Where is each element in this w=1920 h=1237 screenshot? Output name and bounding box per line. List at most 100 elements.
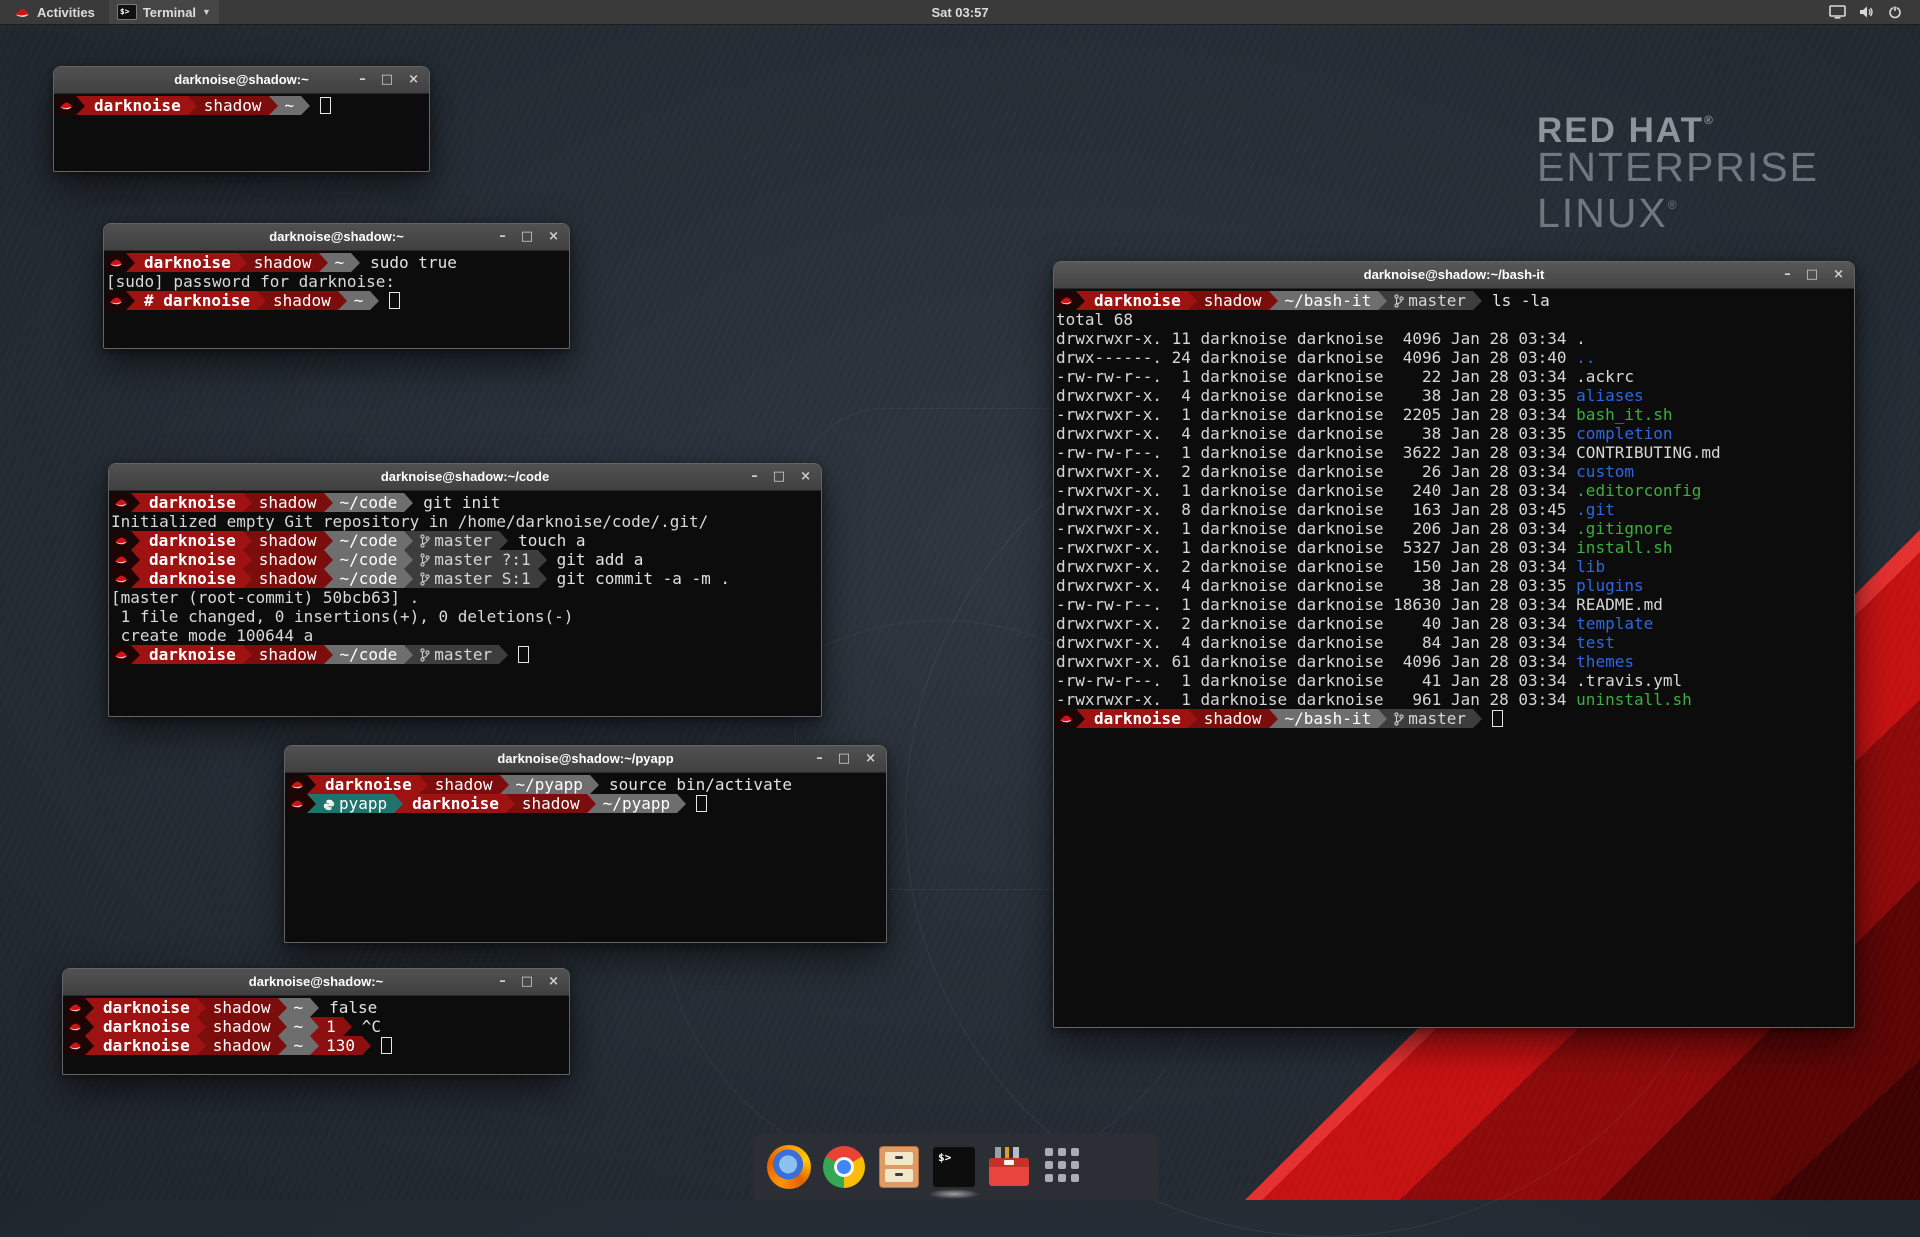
terminal-line: # darknoiseshadow~ bbox=[106, 291, 567, 310]
powerline-separator bbox=[85, 1036, 94, 1055]
window-titlebar[interactable]: darknoise@shadow:~–□× bbox=[63, 969, 569, 996]
maximize-button[interactable]: □ bbox=[521, 224, 533, 250]
rhel-wordmark-line1: RED HAT® bbox=[1537, 103, 1819, 148]
minimize-button[interactable]: – bbox=[499, 969, 506, 995]
terminal-body[interactable]: darknoiseshadow~/pyappsource bin/activat… bbox=[285, 773, 886, 944]
powerline-separator bbox=[278, 1036, 287, 1055]
powerline-separator bbox=[1473, 291, 1482, 310]
ls-row-fields: -rw-rw-r--. 1 darknoise darknoise 22 Jan… bbox=[1056, 367, 1576, 386]
minimize-button[interactable]: – bbox=[359, 67, 366, 93]
powerline-separator bbox=[362, 1036, 371, 1055]
close-button[interactable]: × bbox=[548, 224, 559, 250]
terminal-line: darknoiseshadow~/codemaster bbox=[111, 645, 819, 664]
dock-item-app-grid[interactable] bbox=[1041, 1144, 1087, 1190]
display-icon[interactable] bbox=[1829, 5, 1846, 19]
window-buttons: –□ × bbox=[499, 224, 559, 250]
terminal-window-code: darknoise@shadow:~/code–□×darknoiseshado… bbox=[108, 463, 822, 717]
prompt-segment-path: ~ bbox=[287, 998, 311, 1017]
powerline-separator bbox=[243, 550, 252, 569]
powerline-separator bbox=[278, 998, 287, 1017]
redhat-prompt-icon bbox=[68, 1021, 82, 1032]
prompt-segment-user: darknoise bbox=[140, 531, 243, 550]
close-button[interactable]: × bbox=[800, 464, 811, 490]
prompt-segment-host: shadow bbox=[252, 645, 324, 664]
clock[interactable]: Sat 03:57 bbox=[931, 5, 988, 20]
maximize-button[interactable]: □ bbox=[773, 464, 785, 490]
terminal-body[interactable]: darknoiseshadow~/codegit initInitialized… bbox=[109, 491, 821, 718]
app-menu-terminal[interactable]: $> Terminal ▼ bbox=[109, 0, 219, 24]
prompt-segment-path: ~/pyapp bbox=[509, 775, 590, 794]
prompt-segment-venv: pyapp bbox=[316, 794, 394, 813]
prompt-segment-host: shadow bbox=[515, 794, 587, 813]
rhel-wordmark-line3: LINUX® bbox=[1537, 186, 1819, 232]
powerline-separator bbox=[131, 531, 140, 550]
close-button[interactable]: × bbox=[865, 746, 876, 772]
prompt-segment-host: shadow bbox=[252, 493, 324, 512]
powerline-separator bbox=[404, 645, 413, 664]
window-titlebar[interactable]: darknoise@shadow:~/bash-it–□× bbox=[1054, 262, 1854, 289]
running-indicator bbox=[928, 1189, 980, 1199]
prompt-segment-user: darknoise bbox=[1085, 291, 1188, 310]
window-titlebar[interactable]: darknoise@shadow:~/pyapp–□ × bbox=[285, 746, 886, 773]
minimize-button[interactable]: – bbox=[1784, 262, 1791, 288]
ls-row: -rwxrwxr-x. 1 darknoise darknoise 2205 J… bbox=[1056, 405, 1852, 424]
terminal-body[interactable]: darknoiseshadow~ bbox=[54, 94, 429, 173]
powerline-separator bbox=[1188, 709, 1197, 728]
terminal-body[interactable]: darknoiseshadow~sudo true[sudo] password… bbox=[104, 251, 569, 350]
maximize-button[interactable]: □ bbox=[521, 969, 533, 995]
minimize-button[interactable]: – bbox=[751, 464, 758, 490]
prompt-segment-host: shadow bbox=[252, 531, 324, 550]
dock-item-toolbox[interactable] bbox=[986, 1144, 1032, 1190]
redhat-prompt-icon-box bbox=[65, 1036, 85, 1055]
powerline-separator bbox=[278, 1017, 287, 1036]
prompt-segment-exit: 130 bbox=[319, 1036, 362, 1055]
power-icon[interactable] bbox=[1888, 5, 1902, 19]
ls-row-filename: completion bbox=[1576, 424, 1672, 443]
ls-row-fields: -rwxrwxr-x. 1 darknoise darknoise 961 Ja… bbox=[1056, 690, 1576, 709]
dock-item-terminal[interactable]: $> bbox=[931, 1144, 977, 1190]
maximize-button[interactable]: □ bbox=[381, 67, 393, 93]
window-title: darknoise@shadow:~/pyapp bbox=[285, 746, 886, 772]
powerline-separator bbox=[324, 550, 333, 569]
volume-icon[interactable] bbox=[1859, 5, 1875, 19]
terminal-body[interactable]: darknoiseshadow~/bash-itmasterls -latota… bbox=[1054, 289, 1854, 1029]
command-text: ls -la bbox=[1492, 291, 1550, 310]
close-button[interactable]: × bbox=[1833, 262, 1844, 288]
powerline-separator bbox=[404, 493, 413, 512]
terminal-line: darknoiseshadow~/codemastertouch a bbox=[111, 531, 819, 550]
maximize-button[interactable]: □ bbox=[1806, 262, 1818, 288]
prompt-segment-path: ~/code bbox=[333, 531, 405, 550]
toolbox-icon bbox=[987, 1145, 1031, 1189]
dock-item-chrome[interactable] bbox=[821, 1144, 867, 1190]
ls-row-fields: -rwxrwxr-x. 1 darknoise darknoise 5327 J… bbox=[1056, 538, 1576, 557]
terminal-line: darknoiseshadow~/pyappsource bin/activat… bbox=[287, 775, 884, 794]
powerline-separator bbox=[1378, 291, 1387, 310]
ls-row-filename: . bbox=[1576, 329, 1586, 348]
prompt-segment-user: # darknoise bbox=[135, 291, 257, 310]
maximize-button[interactable]: □ bbox=[838, 746, 850, 772]
terminal-line: darknoiseshadow~ bbox=[56, 96, 427, 115]
powerline-separator bbox=[243, 645, 252, 664]
prompt-segment-path: ~ bbox=[287, 1017, 311, 1036]
close-button[interactable]: × bbox=[408, 67, 419, 93]
close-button[interactable]: × bbox=[548, 969, 559, 995]
window-buttons: –□ × bbox=[359, 67, 419, 93]
command-text: ^C bbox=[362, 1017, 381, 1036]
window-titlebar[interactable]: darknoise@shadow:~–□× bbox=[104, 224, 569, 251]
prompt-segment-git: master bbox=[1387, 291, 1473, 310]
window-titlebar[interactable]: darknoise@shadow:~/code–□× bbox=[109, 464, 821, 491]
prompt-segment-path: ~/pyapp bbox=[596, 794, 677, 813]
dock-item-file-manager[interactable] bbox=[876, 1144, 922, 1190]
terminal-line: darknoiseshadow~/codegit init bbox=[111, 493, 819, 512]
redhat-prompt-icon-box bbox=[111, 531, 131, 550]
minimize-button[interactable]: – bbox=[816, 746, 823, 772]
minimize-button[interactable]: – bbox=[499, 224, 506, 250]
ls-row: drwxrwxr-x. 4 darknoise darknoise 38 Jan… bbox=[1056, 386, 1852, 405]
ls-row-fields: -rw-rw-r--. 1 darknoise darknoise 18630 … bbox=[1056, 595, 1576, 614]
dock-item-firefox[interactable] bbox=[766, 1144, 812, 1190]
terminal-window-home-1: darknoise@shadow:~–□×darknoiseshadow~ bbox=[53, 66, 430, 172]
window-titlebar[interactable]: darknoise@shadow:~–□× bbox=[54, 67, 429, 94]
activities-button[interactable]: Activities bbox=[8, 0, 101, 24]
git-branch-icon bbox=[1394, 712, 1404, 726]
terminal-body[interactable]: darknoiseshadow~falsedarknoiseshadow~1^C… bbox=[63, 996, 569, 1076]
